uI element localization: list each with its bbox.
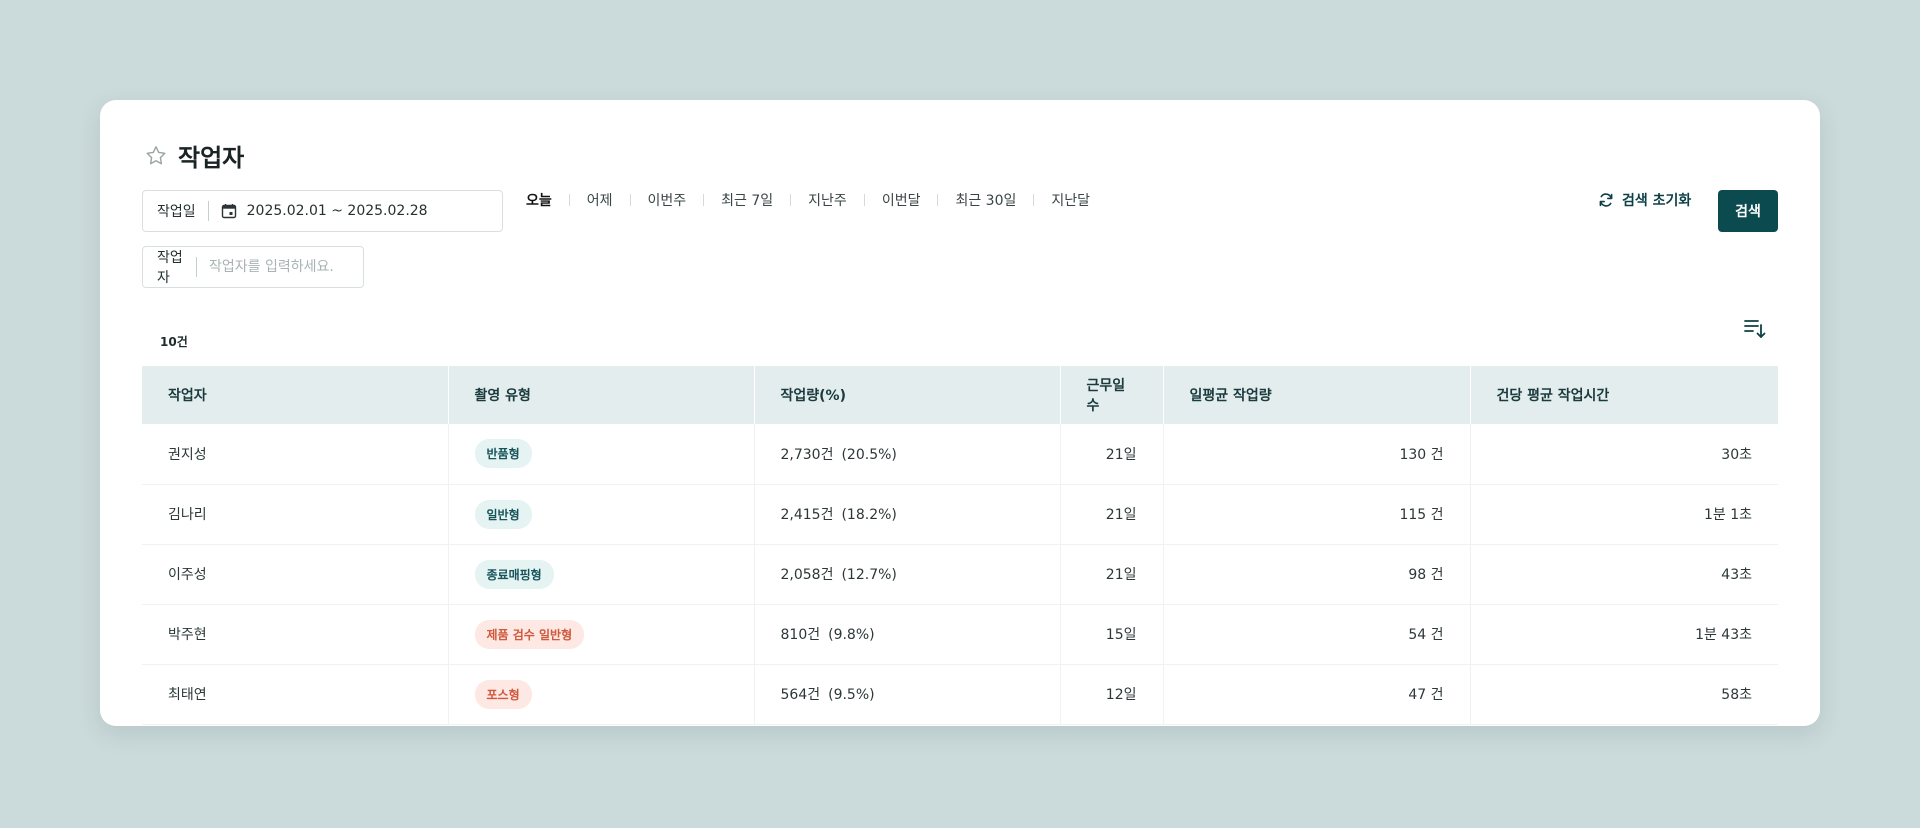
work-amount-value: 2,058건 [780, 567, 834, 583]
quick-range-item[interactable]: 지난달 [1051, 190, 1090, 210]
cell-shoot-type: 반품형 [448, 424, 755, 485]
cell-work-amount: 564건 (9.5%) [754, 664, 1061, 725]
quick-range-item[interactable]: 최근 30일 [955, 190, 1016, 210]
cell-work-amount: 2,730건 (20.5%) [754, 424, 1061, 485]
quick-range-divider [1033, 194, 1035, 206]
cell-worker: 김나리 [142, 484, 449, 545]
date-range-value: 2025.02.01 ~ 2025.02.28 [246, 203, 428, 219]
field-divider [207, 201, 209, 221]
table-row[interactable]: 최태연 포스형 564건 (9.5%) 12일 47 건 58초 [142, 664, 1778, 725]
worker-input[interactable] [209, 259, 349, 275]
work-amount-percent: (12.7%) [841, 567, 897, 583]
quick-range-divider [629, 194, 631, 206]
cell-shoot-type: 일반형 [448, 484, 755, 545]
header-work-amount[interactable]: 작업량(%) [754, 366, 1061, 424]
table-row[interactable]: 권지성 반품형 2,730건 (20.5%) 21일 130 건 30초 [142, 424, 1778, 485]
cell-shoot-type: 종료매핑형 [448, 544, 755, 605]
cell-work-amount: 2,058건 (12.7%) [754, 544, 1061, 605]
quick-range-item[interactable]: 오늘 [526, 190, 552, 210]
reset-search-button[interactable]: 검색 초기화 [1598, 190, 1691, 210]
cell-average-time: 58초 [1470, 664, 1778, 725]
sort-icon[interactable] [1742, 316, 1766, 340]
work-amount-percent: (9.8%) [828, 627, 875, 643]
cell-work-days: 21일 [1060, 544, 1164, 605]
table-row[interactable]: 박주현 제품 검수 일반형 810건 (9.8%) 15일 54 건 1분 43초 [142, 604, 1778, 665]
worker-table: 작업자 촬영 유형 작업량(%) 근무일수 일평균 작업량 건당 평균 작업시간… [142, 366, 1778, 725]
cell-daily-average: 98 건 [1163, 544, 1471, 605]
shoot-type-badge: 제품 검수 일반형 [474, 619, 585, 649]
work-amount-percent: (18.2%) [841, 507, 897, 523]
reset-search-label: 검색 초기화 [1622, 193, 1692, 209]
quick-range-divider [790, 194, 792, 206]
header-average-time[interactable]: 건당 평균 작업시간 [1470, 366, 1778, 424]
cell-work-days: 12일 [1060, 664, 1164, 725]
cell-work-amount: 2,415건 (18.2%) [754, 484, 1061, 545]
cell-daily-average: 130 건 [1163, 424, 1471, 485]
shoot-type-badge: 반품형 [474, 439, 532, 469]
header-worker[interactable]: 작업자 [142, 366, 449, 424]
main-card: 작업자 작업일 2025.02.01 ~ 2025.02.28 오늘 어제 이번주 최… [100, 100, 1820, 726]
refresh-icon [1599, 193, 1613, 207]
table-row[interactable]: 이주성 종료매핑형 2,058건 (12.7%) 21일 98 건 43초 [142, 544, 1778, 605]
cell-worker: 박주현 [142, 604, 449, 665]
cell-work-days: 15일 [1060, 604, 1164, 665]
cell-worker: 이주성 [142, 544, 449, 605]
cell-work-days: 21일 [1060, 424, 1164, 485]
shoot-type-badge: 포스형 [474, 679, 532, 709]
header-daily-average[interactable]: 일평균 작업량 [1163, 366, 1471, 424]
work-amount-value: 2,730건 [780, 446, 834, 463]
cell-daily-average: 47 건 [1163, 664, 1471, 725]
worker-field: 작업자 [142, 246, 364, 288]
calendar-icon [221, 204, 236, 219]
field-divider [196, 257, 197, 277]
quick-range-item[interactable]: 이번주 [648, 190, 687, 210]
cell-worker: 최태연 [142, 664, 449, 725]
star-icon[interactable] [144, 144, 168, 168]
cell-average-time: 1분 43초 [1470, 604, 1778, 665]
date-range-field[interactable]: 작업일 2025.02.01 ~ 2025.02.28 [142, 190, 503, 232]
cell-work-days: 21일 [1060, 484, 1164, 545]
cell-worker: 권지성 [142, 424, 449, 485]
cell-shoot-type: 제품 검수 일반형 [448, 604, 755, 665]
quick-range-divider [863, 194, 865, 206]
page-title: 작업자 [178, 144, 245, 172]
shoot-type-badge: 일반형 [474, 499, 532, 529]
quick-range-divider [937, 194, 939, 206]
search-button[interactable]: 검색 [1718, 190, 1778, 232]
worker-field-label: 작업자 [157, 250, 183, 286]
title-row: 작업자 [144, 138, 244, 173]
shoot-type-badge: 종료매핑형 [474, 559, 554, 589]
work-amount-value: 2,415건 [780, 507, 834, 523]
quick-range-divider [568, 194, 570, 206]
table-row[interactable]: 김나리 일반형 2,415건 (18.2%) 21일 115 건 1분 1초 [142, 484, 1778, 545]
header-shoot-type[interactable]: 촬영 유형 [448, 366, 755, 424]
quick-range-divider [703, 194, 705, 206]
header-work-days[interactable]: 근무일수 [1060, 366, 1164, 424]
work-amount-percent: (20.5%) [841, 446, 897, 463]
work-amount-value: 810건 [780, 627, 821, 643]
quick-range-item[interactable]: 이번달 [882, 190, 921, 210]
date-field-label: 작업일 [157, 204, 196, 220]
cell-average-time: 43초 [1470, 544, 1778, 605]
cell-shoot-type: 포스형 [448, 664, 755, 725]
quick-range-group: 오늘 어제 이번주 최근 7일 지난주 이번달 최근 30일 지난달 [526, 190, 1090, 210]
cell-daily-average: 54 건 [1163, 604, 1471, 665]
work-amount-value: 564건 [780, 687, 821, 703]
quick-range-item[interactable]: 지난주 [808, 190, 847, 210]
quick-range-item[interactable]: 최근 7일 [721, 190, 773, 210]
cell-average-time: 30초 [1470, 424, 1778, 485]
table-header-row: 작업자 촬영 유형 작업량(%) 근무일수 일평균 작업량 건당 평균 작업시간 [142, 366, 1778, 424]
work-amount-percent: (9.5%) [828, 687, 875, 703]
quick-range-item[interactable]: 어제 [587, 190, 613, 210]
cell-average-time: 1분 1초 [1470, 484, 1778, 545]
cell-daily-average: 115 건 [1163, 484, 1471, 545]
cell-work-amount: 810건 (9.8%) [754, 604, 1061, 665]
result-count: 10건 [160, 335, 188, 349]
